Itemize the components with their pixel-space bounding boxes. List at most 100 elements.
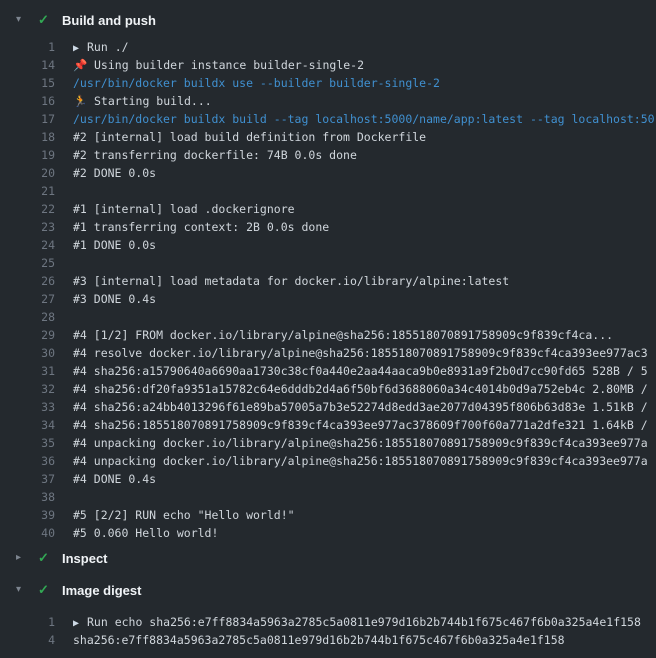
- line-text: sha256:e7ff8834a5963a2785c5a0811e979d16b…: [73, 631, 565, 649]
- line-number[interactable]: 25: [0, 254, 55, 272]
- line-text-content: #2 transferring dockerfile: 74B 0.0s don…: [73, 148, 357, 162]
- line-text-content: #3 DONE 0.4s: [73, 292, 156, 306]
- play-icon: ▶: [73, 615, 83, 631]
- line-number[interactable]: 35: [0, 434, 55, 452]
- line-text-content: #4 sha256:df20fa9351a15782c64e6dddb2d4a6…: [73, 382, 648, 396]
- line-text-content: #5 [2/2] RUN echo "Hello world!": [73, 508, 295, 522]
- line-text: #5 [2/2] RUN echo "Hello world!": [73, 506, 295, 524]
- log-line: 27 #3 DONE 0.4s: [0, 290, 656, 308]
- log-line: 31#4 sha256:a15790640a6690aa1730c38cf0a4…: [0, 362, 656, 380]
- line-number[interactable]: 21: [0, 182, 55, 200]
- check-icon: ✓: [38, 9, 62, 31]
- line-number[interactable]: 1: [0, 38, 55, 56]
- section-header-image-digest[interactable]: ▾✓Image digest: [0, 579, 656, 601]
- log-line: 20 #2 DONE 0.0s: [0, 164, 656, 182]
- chevron-down-icon[interactable]: ▾: [16, 9, 38, 31]
- line-number[interactable]: 29: [0, 326, 55, 344]
- line-text-content: #4 resolve docker.io/library/alpine@sha2…: [73, 346, 648, 360]
- line-number[interactable]: 22: [0, 200, 55, 218]
- log-line: 24 #1 DONE 0.0s: [0, 236, 656, 254]
- line-text-content: Run ./: [87, 40, 129, 54]
- line-text: #4 unpacking docker.io/library/alpine@sh…: [73, 452, 648, 470]
- line-text: #4 [1/2] FROM docker.io/library/alpine@s…: [73, 326, 613, 344]
- line-text: /usr/bin/docker buildx use --builder bui…: [73, 74, 440, 92]
- line-number[interactable]: 20: [0, 164, 55, 182]
- line-number[interactable]: 31: [0, 362, 55, 380]
- log-line: 18 #2 [internal] load build definition fr…: [0, 128, 656, 146]
- line-text-content: #1 transferring context: 2B 0.0s done: [73, 220, 329, 234]
- line-text: #3 [internal] load metadata for docker.i…: [73, 272, 509, 290]
- line-number[interactable]: 33: [0, 398, 55, 416]
- section-header-inspect[interactable]: ▸✓Inspect: [0, 547, 656, 569]
- line-number[interactable]: 26: [0, 272, 55, 290]
- runner-emoji-icon: 🏃: [73, 92, 87, 110]
- log-line: 26 #3 [internal] load metadata for docker…: [0, 272, 656, 290]
- log-line: 39 #5 [2/2] RUN echo "Hello world!": [0, 506, 656, 524]
- line-number[interactable]: 19: [0, 146, 55, 164]
- pushpin-emoji-icon: 📌: [73, 56, 87, 74]
- log-line: 40 #5 0.060 Hello world!: [0, 524, 656, 542]
- line-text-content: Starting build...: [94, 94, 212, 108]
- line-text: #3 DONE 0.4s: [73, 290, 156, 308]
- line-number[interactable]: 30: [0, 344, 55, 362]
- line-number[interactable]: 36: [0, 452, 55, 470]
- line-number[interactable]: 15: [0, 74, 55, 92]
- line-number[interactable]: 32: [0, 380, 55, 398]
- line-text: #1 [internal] load .dockerignore: [73, 200, 295, 218]
- line-number[interactable]: 24: [0, 236, 55, 254]
- line-text-content: #2 DONE 0.0s: [73, 166, 156, 180]
- section-lines: 1 ▶Run echo sha256:e7ff8834a5963a2785c5a0…: [0, 613, 656, 649]
- log-section-inspect: ▸✓Inspect: [0, 547, 656, 569]
- log-line: 29 #4 [1/2] FROM docker.io/library/alpine…: [0, 326, 656, 344]
- section-title: Inspect: [62, 551, 108, 566]
- line-text: /usr/bin/docker buildx build --tag local…: [73, 110, 655, 128]
- line-text: #1 transferring context: 2B 0.0s done: [73, 218, 329, 236]
- chevron-right-icon[interactable]: ▸: [16, 547, 38, 569]
- line-number[interactable]: 38: [0, 488, 55, 506]
- log-root: ▾✓Build and push1▶Run ./14📌Using builder…: [0, 0, 656, 649]
- line-text-content: #4 sha256:185518070891758909c9f839cf4ca3…: [73, 418, 648, 432]
- line-text-content: #5 0.060 Hello world!: [73, 526, 218, 540]
- line-text-content: #4 unpacking docker.io/library/alpine@sh…: [73, 436, 648, 450]
- line-text: #4 sha256:185518070891758909c9f839cf4ca3…: [73, 416, 648, 434]
- line-number[interactable]: 18: [0, 128, 55, 146]
- line-number[interactable]: 27: [0, 290, 55, 308]
- line-text-content: #1 DONE 0.0s: [73, 238, 156, 252]
- line-number[interactable]: 23: [0, 218, 55, 236]
- line-text-content: #1 [internal] load .dockerignore: [73, 202, 295, 216]
- log-line: 19 #2 transferring dockerfile: 74B 0.0s d…: [0, 146, 656, 164]
- line-number[interactable]: 14: [0, 56, 55, 74]
- log-line: 14 📌Using builder instance builder-single…: [0, 56, 656, 74]
- section-header-build-and-push[interactable]: ▾✓Build and push: [0, 9, 656, 31]
- log-section-image-digest: ▾✓Image digest 1 ▶Run echo sha256:e7ff8834…: [0, 579, 656, 649]
- check-icon: ✓: [38, 547, 62, 569]
- section-title: Build and push: [62, 13, 156, 28]
- line-text: #4 sha256:df20fa9351a15782c64e6dddb2d4a6…: [73, 380, 648, 398]
- line-text: 📌Using builder instance builder-single-2: [73, 56, 364, 74]
- log-line: 1▶Run ./: [0, 38, 656, 56]
- line-text: #4 unpacking docker.io/library/alpine@sh…: [73, 434, 648, 452]
- log-line: 37#4 DONE 0.4s: [0, 470, 656, 488]
- line-number[interactable]: 40: [0, 524, 55, 542]
- check-icon: ✓: [38, 579, 62, 601]
- line-number[interactable]: 1: [0, 613, 55, 631]
- line-number[interactable]: 37: [0, 470, 55, 488]
- chevron-down-icon[interactable]: ▾: [16, 579, 38, 601]
- line-number[interactable]: 16: [0, 92, 55, 110]
- line-number[interactable]: 4: [0, 631, 55, 649]
- line-number[interactable]: 17: [0, 110, 55, 128]
- line-number[interactable]: 39: [0, 506, 55, 524]
- line-number[interactable]: 28: [0, 308, 55, 326]
- line-number[interactable]: 34: [0, 416, 55, 434]
- log-line: 16 🏃 Starting build...: [0, 92, 656, 110]
- line-text: ▶Run echo sha256:e7ff8834a5963a2785c5a08…: [73, 613, 641, 631]
- log-line: 4 sha256:e7ff8834a5963a2785c5a0811e979d16…: [0, 631, 656, 649]
- log-line: 15/usr/bin/docker buildx use --builder b…: [0, 74, 656, 92]
- line-text-content: #2 [internal] load build definition from…: [73, 130, 426, 144]
- line-text: #4 sha256:a24bb4013296f61e89ba57005a7b3e…: [73, 398, 648, 416]
- log-line: 23 #1 transferring context: 2B 0.0s done: [0, 218, 656, 236]
- line-text-content: /usr/bin/docker buildx build --tag local…: [73, 112, 655, 126]
- section-lines: 1▶Run ./14 📌Using builder instance builde…: [0, 38, 656, 542]
- log-line: 22 #1 [internal] load .dockerignore: [0, 200, 656, 218]
- line-text: #2 [internal] load build definition from…: [73, 128, 426, 146]
